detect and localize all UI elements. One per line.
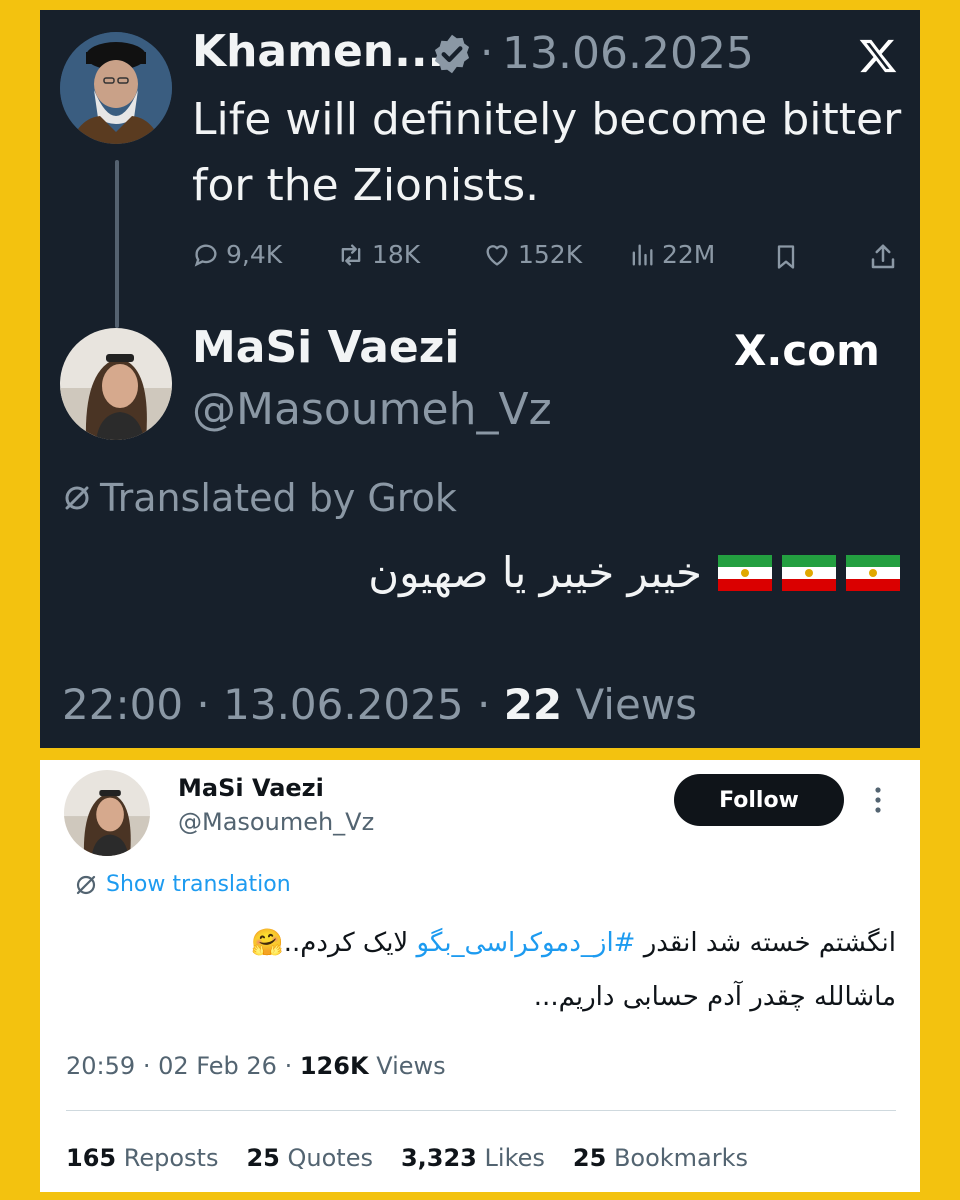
likes-label: Likes xyxy=(484,1144,545,1172)
reposts-num: 165 xyxy=(66,1144,117,1172)
likes-count-link[interactable]: 3,323 Likes xyxy=(401,1144,545,1172)
line1-after: لایک کردم.. xyxy=(283,928,417,958)
share-icon[interactable] xyxy=(868,242,898,272)
bottom-time[interactable]: 20:59 xyxy=(66,1052,135,1080)
meta-separator: · xyxy=(476,680,491,729)
reply-date[interactable]: 13.06.2025 xyxy=(223,680,463,729)
tweet-date[interactable]: 13.06.2025 xyxy=(502,28,754,79)
hug-emoji: 🤗 xyxy=(251,928,284,958)
thread-connector-line xyxy=(115,160,119,328)
bookmarks-label: Bookmarks xyxy=(613,1144,749,1172)
meta-separator: · xyxy=(284,1052,293,1080)
avatar-masi-vaezi[interactable] xyxy=(60,328,172,440)
translate-icon xyxy=(62,483,92,513)
divider xyxy=(66,1110,896,1111)
quotes-label: Quotes xyxy=(287,1144,373,1172)
heart-icon xyxy=(482,241,512,269)
views-count: 22M xyxy=(662,240,716,269)
engagement-counts: 165 Reposts 25 Quotes 3,323 Likes 25 Boo… xyxy=(66,1144,748,1172)
likes-num: 3,323 xyxy=(400,1144,477,1172)
translated-by-grok[interactable]: Translated by Grok xyxy=(62,476,457,520)
reply-views-count: 22 xyxy=(503,680,563,729)
flag-emojis xyxy=(712,554,900,591)
reply-count: 9,4K xyxy=(226,240,283,269)
avatar-masi-vaezi-light[interactable] xyxy=(64,770,150,856)
x-logo-icon[interactable] xyxy=(858,36,898,76)
reposts-count-link[interactable]: 165 Reposts xyxy=(66,1144,218,1172)
hashtag-link[interactable]: #از_دموکراسی_بگو xyxy=(417,928,636,958)
bookmark-icon[interactable] xyxy=(772,242,800,272)
bottom-views-label: Views xyxy=(376,1052,446,1080)
repost-stat[interactable]: 18K xyxy=(336,240,420,269)
iran-lion-flag-icon xyxy=(718,554,772,591)
bottom-date[interactable]: 02 Feb 26 xyxy=(158,1052,277,1080)
translated-label: Translated by Grok xyxy=(100,476,457,520)
meta-separator: · xyxy=(196,680,210,729)
meta-separator: · xyxy=(142,1052,151,1080)
follow-button[interactable]: Follow xyxy=(674,774,844,826)
views-stat[interactable]: 22M xyxy=(628,240,715,269)
repost-icon xyxy=(336,241,366,269)
iran-lion-flag-icon xyxy=(782,554,836,591)
date-separator: · xyxy=(480,28,494,77)
reply-tweet-text: خیبر خیبر یا صهیون xyxy=(368,548,900,597)
analytics-icon xyxy=(628,241,656,269)
line1-before: انگشتم خسته شد انقدر xyxy=(635,928,896,958)
reply-views-label: Views xyxy=(575,680,698,729)
reply-author-handle[interactable]: @Masoumeh_Vz xyxy=(192,384,552,435)
bookmarks-num: 25 xyxy=(572,1144,607,1172)
tweet-text-line1: Life will definitely become bitter xyxy=(192,94,902,145)
bookmarks-count-link[interactable]: 25 Bookmarks xyxy=(573,1144,748,1172)
bottom-tweet-line2: ماشالله چقدر آدم حسابی داریم... xyxy=(533,982,896,1012)
like-count: 152K xyxy=(518,240,583,269)
iran-lion-flag-icon xyxy=(846,554,900,591)
reply-time[interactable]: 22:00 xyxy=(62,680,183,729)
reply-meta: 22:00 · 13.06.2025 · 22 Views xyxy=(62,680,697,729)
bottom-meta: 20:59 · 02 Feb 26 · 126K Views xyxy=(66,1052,446,1080)
x-com-label: X.com xyxy=(734,326,880,375)
repost-count: 18K xyxy=(372,240,421,269)
show-translation-link[interactable]: Show translation xyxy=(74,872,291,897)
like-stat[interactable]: 152K xyxy=(482,240,582,269)
light-tweet-screenshot: MaSi Vaezi @Masoumeh_Vz Follow Show tran… xyxy=(40,760,920,1192)
bottom-tweet-line1: انگشتم خسته شد انقدر #از_دموکراسی_بگو لا… xyxy=(251,928,896,958)
author-name[interactable]: Khamen... xyxy=(192,26,444,77)
reply-author-name[interactable]: MaSi Vaezi xyxy=(192,322,459,373)
bottom-views-count: 126K xyxy=(299,1052,369,1080)
more-options-icon[interactable] xyxy=(870,784,886,816)
reply-icon xyxy=(192,241,220,269)
translate-icon xyxy=(74,873,98,897)
avatar-khamenei[interactable] xyxy=(60,32,172,144)
reply-text: خیبر خیبر یا صهیون xyxy=(368,548,702,597)
verified-badge-icon xyxy=(430,32,474,76)
dark-tweet-screenshot: Khamen... · 13.06.2025 Life will definit… xyxy=(40,10,920,748)
tweet-text-line2: for the Zionists. xyxy=(192,160,540,211)
reply-stat[interactable]: 9,4K xyxy=(192,240,282,269)
show-translation-label: Show translation xyxy=(106,872,291,897)
quotes-num: 25 xyxy=(246,1144,280,1172)
quotes-count-link[interactable]: 25 Quotes xyxy=(246,1144,373,1172)
author-name-light[interactable]: MaSi Vaezi xyxy=(178,774,324,802)
author-handle-light[interactable]: @Masoumeh_Vz xyxy=(178,808,374,836)
reposts-label: Reposts xyxy=(123,1144,219,1172)
